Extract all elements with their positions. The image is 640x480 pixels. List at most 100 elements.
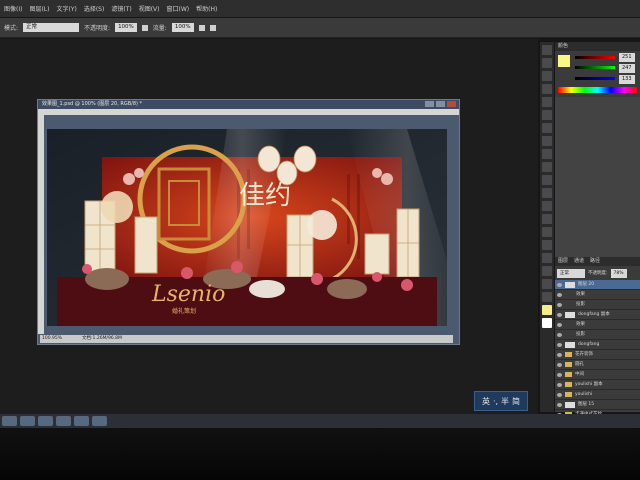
adjustments-panel	[555, 97, 640, 257]
menu-item[interactable]: 选择(S)	[84, 4, 105, 13]
visibility-eye-icon[interactable]	[557, 392, 562, 397]
zoom-readout[interactable]: 100.95%	[42, 335, 62, 343]
visibility-eye-icon[interactable]	[557, 292, 562, 297]
visibility-eye-icon[interactable]	[557, 352, 562, 357]
pressure-opacity-icon[interactable]	[141, 24, 148, 31]
visibility-eye-icon[interactable]	[557, 342, 562, 347]
blur-tool-icon[interactable]	[542, 201, 552, 211]
layers-tab[interactable]: 图层	[558, 257, 568, 266]
folder-icon	[565, 382, 572, 387]
layer-row[interactable]: dongfang 副本	[555, 310, 640, 320]
visibility-eye-icon[interactable]	[557, 372, 562, 377]
green-value[interactable]: 247	[619, 64, 635, 73]
start-button[interactable]	[2, 416, 17, 426]
layers-tab[interactable]: 路径	[590, 257, 600, 266]
lasso-tool-icon[interactable]	[542, 71, 552, 81]
maximize-button[interactable]	[436, 101, 445, 107]
move-tool-icon[interactable]	[542, 45, 552, 55]
menu-item[interactable]: 滤镜(T)	[111, 4, 131, 13]
color-panel-header: 颜色	[555, 42, 640, 51]
color-ramp[interactable]	[558, 87, 637, 93]
flow-field[interactable]: 100%	[171, 23, 194, 32]
visibility-eye-icon[interactable]	[557, 312, 562, 317]
green-slider[interactable]	[575, 66, 615, 69]
layer-row[interactable]: dongfang	[555, 340, 640, 350]
dodge-tool-icon[interactable]	[542, 214, 552, 224]
minimize-button[interactable]	[425, 101, 434, 107]
visibility-eye-icon[interactable]	[557, 332, 562, 337]
pressure-size-icon[interactable]	[209, 24, 216, 31]
menu-item[interactable]: 文字(Y)	[56, 4, 76, 13]
blue-slider[interactable]	[575, 77, 615, 80]
healing-tool-icon[interactable]	[542, 123, 552, 133]
airbrush-icon[interactable]	[198, 24, 205, 31]
marquee-tool-icon[interactable]	[542, 58, 552, 68]
menu-item[interactable]: 窗口(W)	[167, 4, 190, 13]
mode-select[interactable]: 正常	[23, 23, 80, 32]
opacity-field[interactable]: 100%	[115, 23, 137, 32]
layer-row[interactable]: 效果	[555, 320, 640, 330]
eraser-tool-icon[interactable]	[542, 175, 552, 185]
zoom-tool-icon[interactable]	[542, 292, 552, 302]
ime-script[interactable]: 简	[512, 396, 520, 407]
foreground-color-swatch[interactable]	[542, 305, 552, 315]
hand-tool-icon[interactable]	[542, 279, 552, 289]
color-panel-tab[interactable]: 颜色	[558, 42, 568, 51]
red-value[interactable]: 251	[619, 53, 635, 62]
brush-tool-icon[interactable]	[542, 136, 552, 146]
path-select-tool-icon[interactable]	[542, 253, 552, 263]
layer-row[interactable]: 中间	[555, 370, 640, 380]
taskbar-app-icon[interactable]	[56, 416, 71, 426]
type-tool-icon[interactable]	[542, 240, 552, 250]
layer-row[interactable]: 投影	[555, 300, 640, 310]
layer-row[interactable]: 图层 15	[555, 400, 640, 410]
layer-row[interactable]: 投影	[555, 330, 640, 340]
ime-language[interactable]: 英	[482, 396, 490, 407]
layer-row[interactable]: 效果	[555, 290, 640, 300]
layer-row[interactable]: 图层 20	[555, 280, 640, 290]
menu-item[interactable]: 图层(L)	[29, 4, 49, 13]
foreground-swatch[interactable]	[558, 55, 570, 67]
history-brush-tool-icon[interactable]	[542, 162, 552, 172]
visibility-eye-icon[interactable]	[557, 362, 562, 367]
stamp-tool-icon[interactable]	[542, 149, 552, 159]
ime-toolbar[interactable]: 英 ·, 半 简	[474, 391, 528, 411]
menu-item[interactable]: 视图(V)	[139, 4, 160, 13]
taskbar-app-icon[interactable]	[20, 416, 35, 426]
blue-value[interactable]: 133	[619, 75, 635, 84]
right-panels: 颜色 251 247 133 图层 通道 路径 正常 不透明度: 78% 图层 20…	[555, 42, 640, 420]
layer-name: 效果	[576, 292, 585, 297]
canvas-artwork[interactable]: 佳约 Lsenio 婚礼策划	[47, 129, 447, 326]
crop-tool-icon[interactable]	[542, 97, 552, 107]
layer-row[interactable]: youlishi	[555, 390, 640, 400]
shape-tool-icon[interactable]	[542, 266, 552, 276]
close-button[interactable]	[447, 101, 456, 107]
menu-item[interactable]: 帮助(H)	[196, 4, 217, 13]
menu-item[interactable]: 图像(I)	[4, 4, 22, 13]
blend-mode-select[interactable]: 正常	[557, 268, 585, 278]
taskbar-app-icon[interactable]	[74, 416, 89, 426]
taskbar-app-icon[interactable]	[92, 416, 107, 426]
visibility-eye-icon[interactable]	[557, 302, 562, 307]
visibility-eye-icon[interactable]	[557, 402, 562, 407]
visibility-eye-icon[interactable]	[557, 322, 562, 327]
layer-row[interactable]: 圆孔	[555, 360, 640, 370]
layer-opacity-field[interactable]: 78%	[610, 268, 627, 278]
layers-tab[interactable]: 通道	[574, 257, 584, 266]
pen-tool-icon[interactable]	[542, 227, 552, 237]
vertical-ruler	[38, 115, 44, 334]
document-tab[interactable]: 效果图_1.psd @ 100% (图层 20, RGB/8) *	[38, 100, 459, 109]
taskbar-app-icon[interactable]	[38, 416, 53, 426]
visibility-eye-icon[interactable]	[557, 282, 562, 287]
red-slider[interactable]	[575, 56, 615, 59]
visibility-eye-icon[interactable]	[557, 382, 562, 387]
ime-width[interactable]: 半	[501, 396, 509, 407]
eyedropper-tool-icon[interactable]	[542, 110, 552, 120]
gradient-tool-icon[interactable]	[542, 188, 552, 198]
background-color-swatch[interactable]	[542, 318, 552, 328]
magic-wand-tool-icon[interactable]	[542, 84, 552, 94]
wedding-stage-render: 佳约 Lsenio 婚礼策划	[47, 129, 447, 326]
layer-row[interactable]: 花卉装饰	[555, 350, 640, 360]
layer-row[interactable]: youlishi 副本	[555, 380, 640, 390]
ime-punctuation[interactable]: ·,	[493, 397, 498, 406]
